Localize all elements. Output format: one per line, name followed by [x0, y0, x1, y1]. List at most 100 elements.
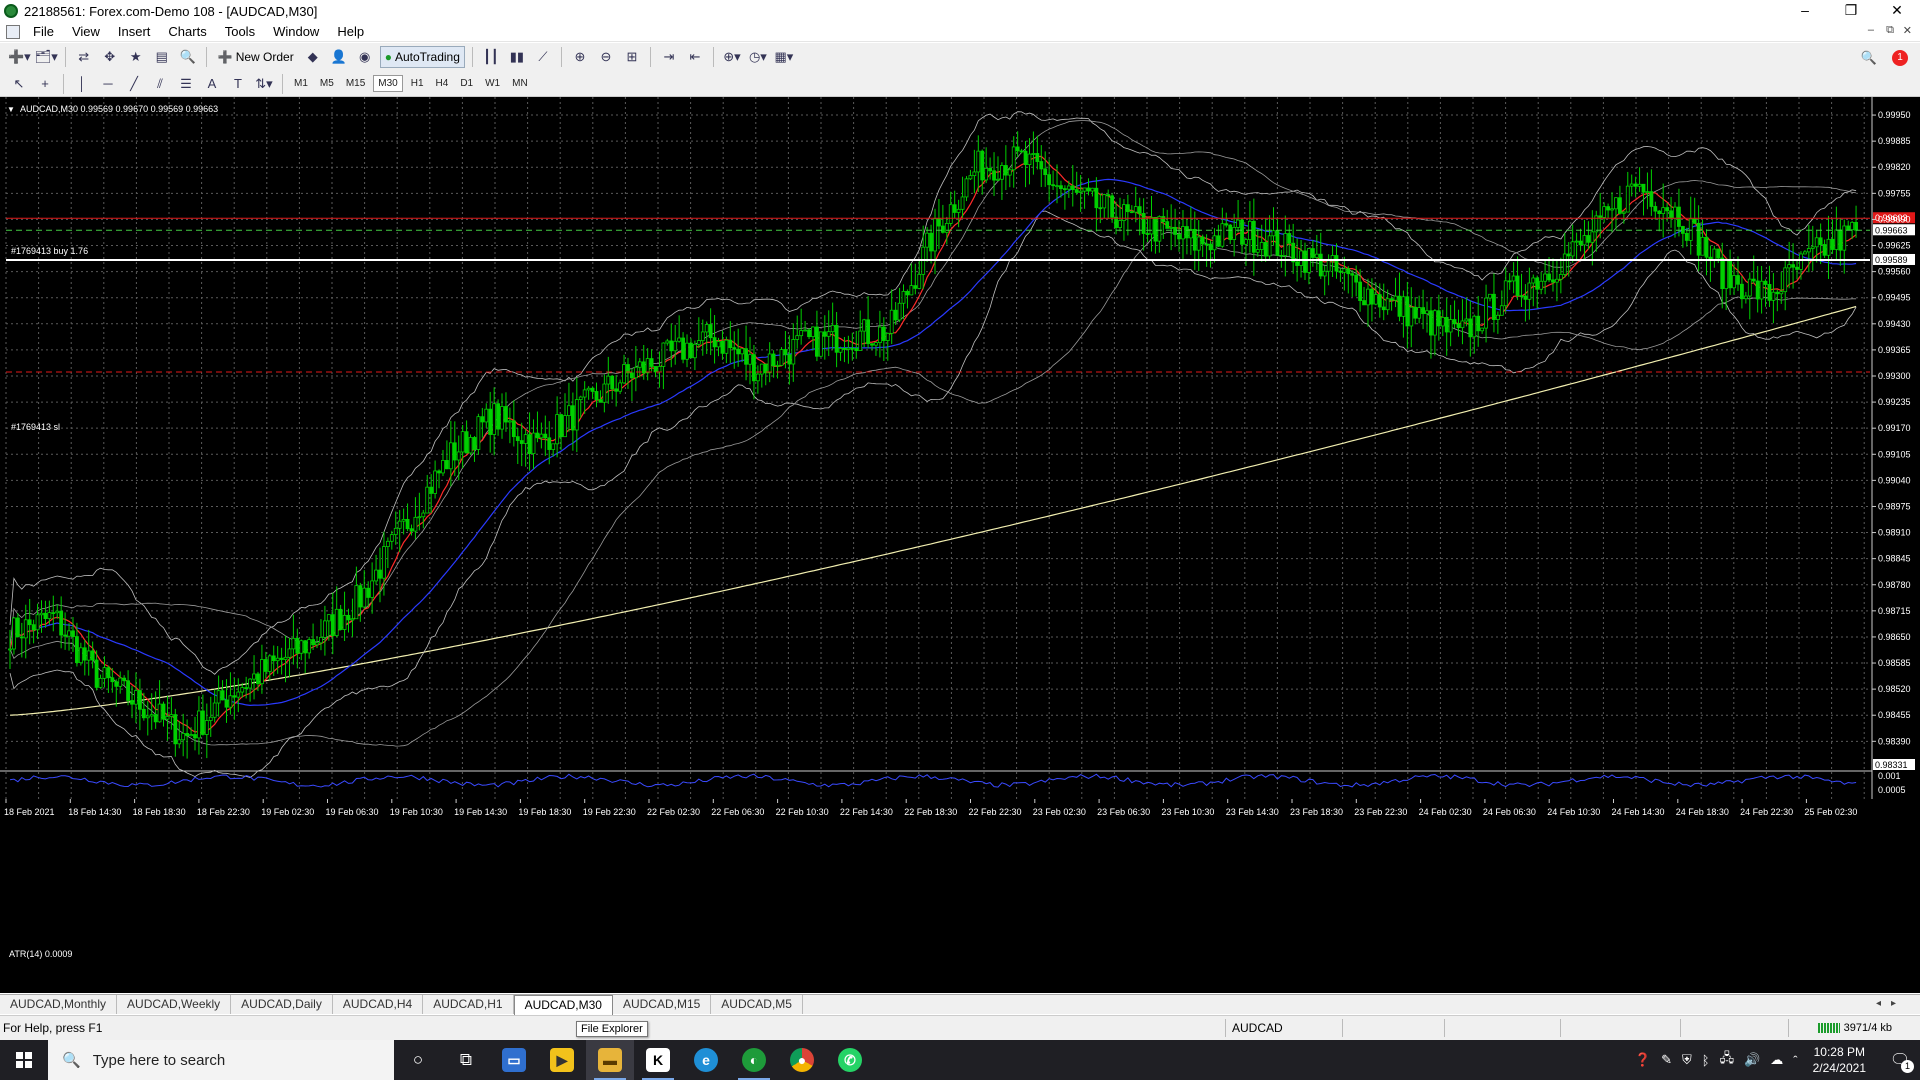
- menu-file[interactable]: File: [24, 24, 63, 39]
- menu-view[interactable]: View: [63, 24, 109, 39]
- timeframe-d1[interactable]: D1: [456, 76, 477, 91]
- tab-scroll-arrows[interactable]: ◂▸: [1876, 998, 1906, 1009]
- taskbar-file-explorer-icon[interactable]: ▬: [586, 1040, 634, 1080]
- navigator-icon[interactable]: ★: [125, 46, 147, 68]
- mdi-restore-button[interactable]: ⧉: [1886, 24, 1894, 37]
- timeframe-m1[interactable]: M1: [290, 76, 312, 91]
- onedrive-icon[interactable]: ☁: [1770, 1052, 1783, 1068]
- profiles-icon[interactable]: 🗂▾: [35, 46, 58, 68]
- tab-audcad-daily[interactable]: AUDCAD,Daily: [231, 995, 333, 1014]
- arrows-icon[interactable]: ⇅▾: [253, 73, 275, 95]
- indicators-icon[interactable]: ⊕▾: [721, 46, 743, 68]
- horizontal-line-icon[interactable]: ─: [97, 73, 119, 95]
- menu-tools[interactable]: Tools: [216, 24, 264, 39]
- taskbar-chrome-icon[interactable]: ●: [778, 1040, 826, 1080]
- trendline-icon[interactable]: ╱: [123, 73, 145, 95]
- metaeditor-icon[interactable]: ◆: [302, 46, 324, 68]
- tab-audcad-m30[interactable]: AUDCAD,M30: [513, 995, 613, 1015]
- menu-help[interactable]: Help: [328, 24, 373, 39]
- timeframe-h4[interactable]: H4: [432, 76, 453, 91]
- taskbar-edge-icon[interactable]: e: [682, 1040, 730, 1080]
- maximize-button[interactable]: ❐: [1828, 0, 1874, 22]
- text-label-icon[interactable]: T: [227, 73, 249, 95]
- taskbar-app-remote-icon[interactable]: ▭: [490, 1040, 538, 1080]
- minimize-button[interactable]: –: [1782, 0, 1828, 22]
- tab-audcad-weekly[interactable]: AUDCAD,Weekly: [117, 995, 232, 1014]
- candlestick-icon[interactable]: ▮▮: [506, 46, 528, 68]
- taskbar-app-sticky-icon[interactable]: ▶: [538, 1040, 586, 1080]
- tab-audcad-m15[interactable]: AUDCAD,M15: [613, 995, 712, 1014]
- new-order-button[interactable]: ➕ New Order: [214, 46, 298, 68]
- menu-charts[interactable]: Charts: [159, 24, 215, 39]
- new-chart-icon[interactable]: ➕▾: [8, 46, 31, 68]
- bar-chart-icon[interactable]: ┃┃: [480, 46, 502, 68]
- candle-body: [342, 614, 347, 630]
- text-icon[interactable]: A: [201, 73, 223, 95]
- chevron-up-icon[interactable]: ˆ: [1793, 1053, 1797, 1068]
- candle-body: [185, 733, 190, 737]
- tab-audcad-h4[interactable]: AUDCAD,H4: [333, 995, 424, 1014]
- tab-audcad-monthly[interactable]: AUDCAD,Monthly: [0, 995, 118, 1014]
- zoom-out-icon[interactable]: ⊖: [595, 46, 617, 68]
- tab-audcad-h1[interactable]: AUDCAD,H1: [423, 995, 514, 1014]
- tile-windows-icon[interactable]: ⊞: [621, 46, 643, 68]
- help-icon[interactable]: ❓: [1635, 1052, 1651, 1068]
- candle-body: [374, 569, 378, 582]
- start-button[interactable]: [0, 1040, 48, 1080]
- price-chart[interactable]: 0.996930.996630.995890.98331 0.999500.99…: [0, 97, 1920, 993]
- taskbar-search[interactable]: 🔍 Type here to search: [48, 1040, 394, 1080]
- time-tick-label: 24 Feb 02:30: [1419, 807, 1472, 817]
- taskbar-app-tradingtool-icon[interactable]: K: [634, 1040, 682, 1080]
- chart-shift-icon[interactable]: ⇤: [684, 46, 706, 68]
- tester-icon[interactable]: 🔍: [177, 46, 199, 68]
- equidistant-channel-icon[interactable]: ⫽: [149, 73, 171, 95]
- autotrading-button[interactable]: ● AutoTrading: [379, 46, 465, 68]
- search-icon[interactable]: 🔍: [1858, 47, 1880, 69]
- menu-window[interactable]: Window: [264, 24, 328, 39]
- task-view-icon[interactable]: ⧉: [442, 1040, 490, 1080]
- connection-status[interactable]: 3971/4 kb: [1817, 1022, 1892, 1034]
- zoom-in-icon[interactable]: ⊕: [569, 46, 591, 68]
- atr-line: [9, 773, 1857, 788]
- timeframe-m30[interactable]: M30: [373, 75, 403, 92]
- taskbar-clock[interactable]: 10:28 PM 2/24/2021: [1813, 1044, 1866, 1076]
- notification-badge[interactable]: 1: [1892, 50, 1908, 66]
- action-center-button[interactable]: 🗨 1: [1880, 1040, 1920, 1080]
- data-window-icon[interactable]: ✥: [99, 46, 121, 68]
- terminal-icon[interactable]: ▤: [151, 46, 173, 68]
- candle-body: [732, 347, 737, 350]
- chart-collapse-icon[interactable]: ▼: [7, 105, 15, 114]
- auto-scroll-icon[interactable]: ⇥: [658, 46, 680, 68]
- defender-icon[interactable]: ⛨: [1682, 1052, 1692, 1068]
- periods-icon[interactable]: ◷▾: [747, 46, 769, 68]
- market-watch-icon[interactable]: ⇄: [73, 46, 95, 68]
- market-icon[interactable]: ◉: [354, 46, 376, 68]
- fibonacci-icon[interactable]: ☰: [175, 73, 197, 95]
- mdi-minimize-button[interactable]: –: [1868, 24, 1874, 36]
- pen-icon[interactable]: ✎: [1661, 1052, 1672, 1068]
- cursor-icon[interactable]: ↖: [8, 73, 30, 95]
- timeframe-h1[interactable]: H1: [407, 76, 428, 91]
- timeframe-m15[interactable]: M15: [342, 76, 369, 91]
- document-icon[interactable]: [6, 24, 20, 39]
- vertical-line-icon[interactable]: │: [71, 73, 93, 95]
- bluetooth-icon[interactable]: ᛒ: [1702, 1053, 1710, 1068]
- mdi-close-button[interactable]: ✕: [1903, 24, 1912, 37]
- taskbar-whatsapp-icon[interactable]: ✆: [826, 1040, 874, 1080]
- templates-icon[interactable]: ▦▾: [773, 46, 795, 68]
- tab-audcad-m5[interactable]: AUDCAD,M5: [711, 995, 803, 1014]
- taskbar-metatrader-icon[interactable]: ◐: [730, 1040, 778, 1080]
- timeframe-m5[interactable]: M5: [316, 76, 338, 91]
- timeframe-mn[interactable]: MN: [508, 76, 532, 91]
- candle-body: [1157, 216, 1162, 242]
- crosshair-icon[interactable]: +: [34, 73, 56, 95]
- line-chart-icon[interactable]: ⟋: [532, 46, 554, 68]
- signals-icon[interactable]: 👤: [328, 46, 350, 68]
- close-button[interactable]: ✕: [1874, 0, 1920, 22]
- cortana-icon[interactable]: ○: [394, 1040, 442, 1080]
- volume-icon[interactable]: 🔊: [1744, 1052, 1760, 1068]
- network-icon[interactable]: 🖧: [1720, 1049, 1735, 1071]
- menu-insert[interactable]: Insert: [109, 24, 160, 39]
- timeframe-w1[interactable]: W1: [481, 76, 504, 91]
- chart-window[interactable]: 0.99693 0.99663 0.99589 0.98331 0.99950 0.99…: [0, 97, 1920, 993]
